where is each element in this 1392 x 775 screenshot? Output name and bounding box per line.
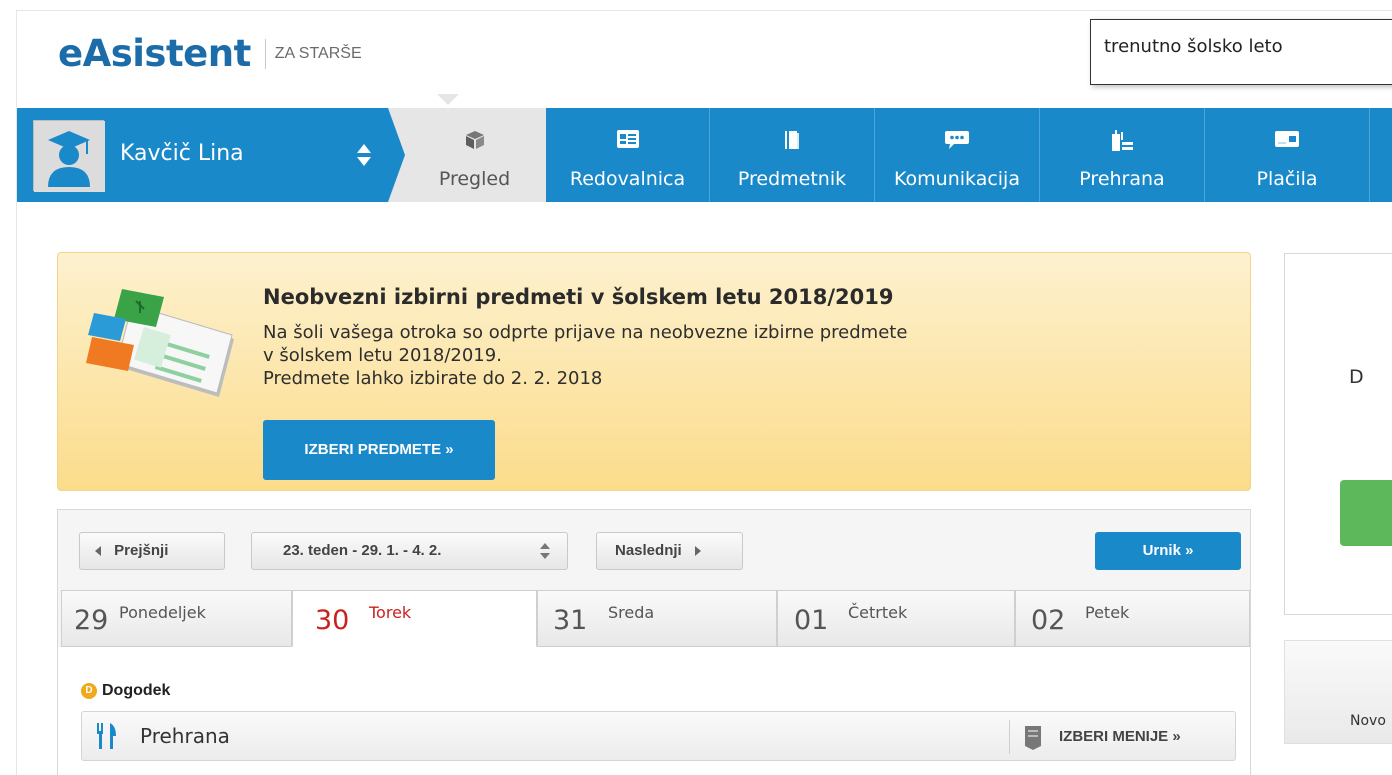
day-number: 30 <box>315 605 350 636</box>
tab-label: Pregled <box>438 168 511 190</box>
app-logo[interactable]: eAsistent ZA STARŠE <box>58 32 362 75</box>
day-name: Torek <box>369 603 412 622</box>
day-content: D Dogodek Prehrana IZBERI MENIJE » <box>58 647 1250 775</box>
side-action-button[interactable] <box>1340 480 1392 546</box>
day-number: 29 <box>74 605 109 636</box>
subjects-illustration-icon <box>86 289 234 397</box>
user-switcher[interactable]: Kavčič Lina <box>17 108 405 202</box>
day-name: Sreda <box>608 603 655 622</box>
day-name: Petek <box>1085 603 1130 622</box>
logo-subtitle: ZA STARŠE <box>274 44 362 62</box>
select-menus-button[interactable]: IZBERI MENIJE » <box>1023 722 1181 752</box>
triangle-left-icon <box>95 546 101 557</box>
payment-card-icon <box>1275 131 1299 147</box>
week-schedule-panel: Prejšnji 23. teden - 29. 1. - 4. 2. Nasl… <box>57 509 1251 775</box>
side-card-news[interactable]: Novo <box>1284 640 1392 744</box>
promo-banner: Neobvezni izbirni predmeti v šolskem let… <box>57 252 1251 491</box>
main-navbar: Kavčič Lina Pregled Redovalnica Predmetn… <box>17 108 1392 202</box>
student-avatar-icon <box>34 121 105 192</box>
frame-top-border <box>16 10 1392 11</box>
previous-week-button[interactable]: Prejšnji <box>79 532 225 570</box>
day-name: Četrtek <box>848 603 908 622</box>
timetable-button[interactable]: Urnik » <box>1095 532 1241 570</box>
tab-label: Predmetnik <box>737 168 847 190</box>
banner-line: Predmete lahko izbirate do 2. 2. 2018 <box>263 368 603 389</box>
tab-predmetnik[interactable]: Predmetnik <box>710 108 874 202</box>
active-tab-pointer <box>437 94 459 105</box>
next-week-button[interactable]: Naslednji <box>596 532 743 570</box>
select-menus-label: IZBERI MENIJE » <box>1059 728 1181 745</box>
banner-line: Na šoli vašega otroka so odprte prijave … <box>263 322 908 343</box>
side-card-text: D <box>1349 366 1364 388</box>
previous-week-label: Prejšnji <box>114 542 169 559</box>
day-tab-friday[interactable]: 02 Petek <box>1015 590 1250 647</box>
chat-bubble-icon <box>945 131 969 149</box>
day-tab-wednesday[interactable]: 31 Sreda <box>537 590 777 647</box>
day-number: 02 <box>1031 605 1066 636</box>
food-icon <box>1112 130 1133 151</box>
meal-label: Prehrana <box>140 724 230 748</box>
day-name: Ponedeljek <box>119 603 206 622</box>
meal-row[interactable]: Prehrana IZBERI MENIJE » <box>81 711 1236 761</box>
tab-label: Plačila <box>1256 168 1318 190</box>
tab-label: Prehrana <box>1079 168 1165 190</box>
gradebook-icon <box>616 130 639 148</box>
day-number: 31 <box>553 605 588 636</box>
tab-label: Redovalnica <box>569 168 686 190</box>
select-subjects-button[interactable]: IZBERI PREDMETE » <box>263 420 495 480</box>
side-card: D <box>1284 253 1392 615</box>
tab-prehrana[interactable]: Prehrana <box>1040 108 1204 202</box>
logo-text: eAsistent <box>58 32 251 75</box>
cube-icon <box>465 131 484 149</box>
banner-title: Neobvezni izbirni predmeti v šolskem let… <box>263 285 894 309</box>
tab-placila[interactable]: Plačila <box>1205 108 1369 202</box>
school-year-select[interactable]: trenutno šolsko leto <box>1090 19 1392 85</box>
next-week-label: Naslednji <box>615 542 682 559</box>
week-select[interactable]: 23. teden - 29. 1. - 4. 2. <box>251 532 568 570</box>
nav-divider <box>1369 108 1370 202</box>
day-tab-tuesday[interactable]: 30 Torek <box>292 590 537 647</box>
avatar <box>33 120 105 192</box>
day-number: 01 <box>794 605 829 636</box>
tab-redovalnica[interactable]: Redovalnica <box>546 108 709 202</box>
tab-pregled[interactable]: Pregled <box>403 108 546 202</box>
day-tab-thursday[interactable]: 01 Četrtek <box>777 590 1015 647</box>
event-label: Dogodek <box>102 682 171 699</box>
banner-line: v šolskem letu 2018/2019. <box>263 345 502 366</box>
event-badge: D <box>81 683 97 699</box>
tab-komunikacija[interactable]: Komunikacija <box>875 108 1039 202</box>
fork-knife-icon <box>97 723 116 749</box>
book-icon <box>785 131 799 149</box>
user-name: Kavčič Lina <box>120 141 244 166</box>
sort-updown-icon <box>540 543 550 559</box>
current-week-label: 23. teden - 29. 1. - 4. 2. <box>283 542 442 559</box>
day-tab-monday[interactable]: 29 Ponedeljek <box>61 590 292 647</box>
sort-updown-icon[interactable] <box>356 142 372 168</box>
menu-card-icon <box>1025 726 1041 750</box>
meal-divider <box>1009 720 1010 754</box>
logo-divider <box>264 38 266 69</box>
side-news-label: Novo <box>1350 713 1386 729</box>
banner-description: Na šoli vašega otroka so odprte prijave … <box>263 321 907 390</box>
tab-label: Komunikacija <box>894 168 1020 190</box>
triangle-right-icon <box>694 546 701 557</box>
